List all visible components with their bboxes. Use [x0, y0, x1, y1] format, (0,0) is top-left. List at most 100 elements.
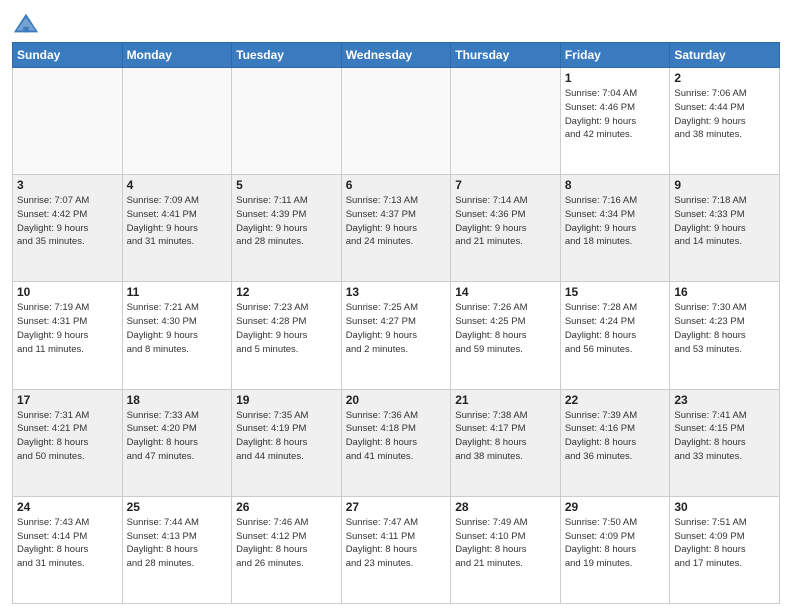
day-info: Sunrise: 7:04 AM Sunset: 4:46 PM Dayligh… [565, 87, 666, 142]
calendar-cell: 7 Sunrise: 7:14 AM Sunset: 4:36 PM Daylig… [451, 175, 561, 282]
day-number: 5 [236, 178, 337, 192]
day-info: Sunrise: 7:26 AM Sunset: 4:25 PM Dayligh… [455, 301, 556, 356]
calendar-cell: 3 Sunrise: 7:07 AM Sunset: 4:42 PM Daylig… [13, 175, 123, 282]
weekday-header-sunday: Sunday [13, 43, 123, 68]
calendar-cell: 9Sunrise: 7:18 AM Sunset: 4:33 PM Daylig… [670, 175, 780, 282]
day-number: 30 [674, 500, 775, 514]
calendar-cell: 29 Sunrise: 7:50 AM Sunset: 4:09 PM Dayli… [560, 496, 670, 603]
day-number: 11 [127, 285, 228, 299]
weekday-header-monday: Monday [122, 43, 232, 68]
day-number: 17 [17, 393, 118, 407]
page: SundayMondayTuesdayWednesdayThursdayFrid… [0, 0, 792, 612]
day-info: Sunrise: 7:18 AM Sunset: 4:33 PM Dayligh… [674, 194, 775, 249]
day-number: 19 [236, 393, 337, 407]
day-info: Sunrise: 7:44 AM Sunset: 4:13 PM Dayligh… [127, 516, 228, 571]
calendar-cell [451, 68, 561, 175]
day-number: 8 [565, 178, 666, 192]
day-number: 21 [455, 393, 556, 407]
calendar-cell: 30 Sunrise: 7:51 AM Sunset: 4:09 PM Dayli… [670, 496, 780, 603]
calendar-cell: 24 Sunrise: 7:43 AM Sunset: 4:14 PM Dayli… [13, 496, 123, 603]
calendar-cell: 8 Sunrise: 7:16 AM Sunset: 4:34 PM Daylig… [560, 175, 670, 282]
day-info: Sunrise: 7:43 AM Sunset: 4:14 PM Dayligh… [17, 516, 118, 571]
calendar-cell [13, 68, 123, 175]
calendar-cell [122, 68, 232, 175]
day-number: 16 [674, 285, 775, 299]
calendar-cell: 18 Sunrise: 7:33 AM Sunset: 4:20 PM Dayli… [122, 389, 232, 496]
calendar-cell: 10 Sunrise: 7:19 AM Sunset: 4:31 PM Dayli… [13, 282, 123, 389]
day-info: Sunrise: 7:51 AM Sunset: 4:09 PM Dayligh… [674, 516, 775, 571]
day-info: Sunrise: 7:38 AM Sunset: 4:17 PM Dayligh… [455, 409, 556, 464]
day-info: Sunrise: 7:28 AM Sunset: 4:24 PM Dayligh… [565, 301, 666, 356]
day-number: 12 [236, 285, 337, 299]
calendar-cell: 26 Sunrise: 7:46 AM Sunset: 4:12 PM Dayli… [232, 496, 342, 603]
day-info: Sunrise: 7:23 AM Sunset: 4:28 PM Dayligh… [236, 301, 337, 356]
day-number: 1 [565, 71, 666, 85]
weekday-header-wednesday: Wednesday [341, 43, 451, 68]
day-number: 20 [346, 393, 447, 407]
weekday-header-tuesday: Tuesday [232, 43, 342, 68]
weekday-header-thursday: Thursday [451, 43, 561, 68]
day-info: Sunrise: 7:31 AM Sunset: 4:21 PM Dayligh… [17, 409, 118, 464]
day-info: Sunrise: 7:47 AM Sunset: 4:11 PM Dayligh… [346, 516, 447, 571]
day-number: 22 [565, 393, 666, 407]
day-number: 26 [236, 500, 337, 514]
day-number: 10 [17, 285, 118, 299]
weekday-header-saturday: Saturday [670, 43, 780, 68]
day-info: Sunrise: 7:11 AM Sunset: 4:39 PM Dayligh… [236, 194, 337, 249]
calendar-cell [341, 68, 451, 175]
day-number: 2 [674, 71, 775, 85]
calendar-cell: 1 Sunrise: 7:04 AM Sunset: 4:46 PM Daylig… [560, 68, 670, 175]
day-number: 27 [346, 500, 447, 514]
day-number: 4 [127, 178, 228, 192]
day-info: Sunrise: 7:06 AM Sunset: 4:44 PM Dayligh… [674, 87, 775, 142]
calendar-cell: 14Sunrise: 7:26 AM Sunset: 4:25 PM Dayli… [451, 282, 561, 389]
day-number: 28 [455, 500, 556, 514]
day-info: Sunrise: 7:35 AM Sunset: 4:19 PM Dayligh… [236, 409, 337, 464]
day-number: 7 [455, 178, 556, 192]
calendar-cell: 11 Sunrise: 7:21 AM Sunset: 4:30 PM Dayli… [122, 282, 232, 389]
calendar-cell: 6 Sunrise: 7:13 AM Sunset: 4:37 PM Daylig… [341, 175, 451, 282]
week-row-5: 24 Sunrise: 7:43 AM Sunset: 4:14 PM Dayli… [13, 496, 780, 603]
day-info: Sunrise: 7:33 AM Sunset: 4:20 PM Dayligh… [127, 409, 228, 464]
calendar-cell: 23 Sunrise: 7:41 AM Sunset: 4:15 PM Dayli… [670, 389, 780, 496]
day-number: 6 [346, 178, 447, 192]
day-info: Sunrise: 7:09 AM Sunset: 4:41 PM Dayligh… [127, 194, 228, 249]
day-info: Sunrise: 7:25 AM Sunset: 4:27 PM Dayligh… [346, 301, 447, 356]
day-info: Sunrise: 7:46 AM Sunset: 4:12 PM Dayligh… [236, 516, 337, 571]
calendar-cell: 21 Sunrise: 7:38 AM Sunset: 4:17 PM Dayli… [451, 389, 561, 496]
calendar-cell: 20Sunrise: 7:36 AM Sunset: 4:18 PM Dayli… [341, 389, 451, 496]
calendar-cell: 16 Sunrise: 7:30 AM Sunset: 4:23 PM Dayli… [670, 282, 780, 389]
calendar-cell: 4 Sunrise: 7:09 AM Sunset: 4:41 PM Daylig… [122, 175, 232, 282]
weekday-header-row: SundayMondayTuesdayWednesdayThursdayFrid… [13, 43, 780, 68]
day-number: 23 [674, 393, 775, 407]
day-number: 24 [17, 500, 118, 514]
calendar-cell: 2 Sunrise: 7:06 AM Sunset: 4:44 PM Daylig… [670, 68, 780, 175]
day-info: Sunrise: 7:13 AM Sunset: 4:37 PM Dayligh… [346, 194, 447, 249]
calendar-cell: 25Sunrise: 7:44 AM Sunset: 4:13 PM Dayli… [122, 496, 232, 603]
day-info: Sunrise: 7:07 AM Sunset: 4:42 PM Dayligh… [17, 194, 118, 249]
calendar-cell: 17 Sunrise: 7:31 AM Sunset: 4:21 PM Dayli… [13, 389, 123, 496]
calendar-table: SundayMondayTuesdayWednesdayThursdayFrid… [12, 42, 780, 604]
day-number: 15 [565, 285, 666, 299]
day-number: 18 [127, 393, 228, 407]
day-info: Sunrise: 7:49 AM Sunset: 4:10 PM Dayligh… [455, 516, 556, 571]
day-number: 29 [565, 500, 666, 514]
calendar-cell [232, 68, 342, 175]
day-info: Sunrise: 7:21 AM Sunset: 4:30 PM Dayligh… [127, 301, 228, 356]
day-number: 3 [17, 178, 118, 192]
day-info: Sunrise: 7:41 AM Sunset: 4:15 PM Dayligh… [674, 409, 775, 464]
week-row-4: 17 Sunrise: 7:31 AM Sunset: 4:21 PM Dayli… [13, 389, 780, 496]
day-info: Sunrise: 7:19 AM Sunset: 4:31 PM Dayligh… [17, 301, 118, 356]
calendar-cell: 15 Sunrise: 7:28 AM Sunset: 4:24 PM Dayli… [560, 282, 670, 389]
logo [12, 10, 44, 38]
week-row-3: 10 Sunrise: 7:19 AM Sunset: 4:31 PM Dayli… [13, 282, 780, 389]
calendar-cell: 5 Sunrise: 7:11 AM Sunset: 4:39 PM Daylig… [232, 175, 342, 282]
day-info: Sunrise: 7:30 AM Sunset: 4:23 PM Dayligh… [674, 301, 775, 356]
day-info: Sunrise: 7:16 AM Sunset: 4:34 PM Dayligh… [565, 194, 666, 249]
day-info: Sunrise: 7:50 AM Sunset: 4:09 PM Dayligh… [565, 516, 666, 571]
weekday-header-friday: Friday [560, 43, 670, 68]
day-info: Sunrise: 7:14 AM Sunset: 4:36 PM Dayligh… [455, 194, 556, 249]
header [12, 10, 780, 38]
calendar-cell: 12 Sunrise: 7:23 AM Sunset: 4:28 PM Dayli… [232, 282, 342, 389]
calendar-cell: 22Sunrise: 7:39 AM Sunset: 4:16 PM Dayli… [560, 389, 670, 496]
